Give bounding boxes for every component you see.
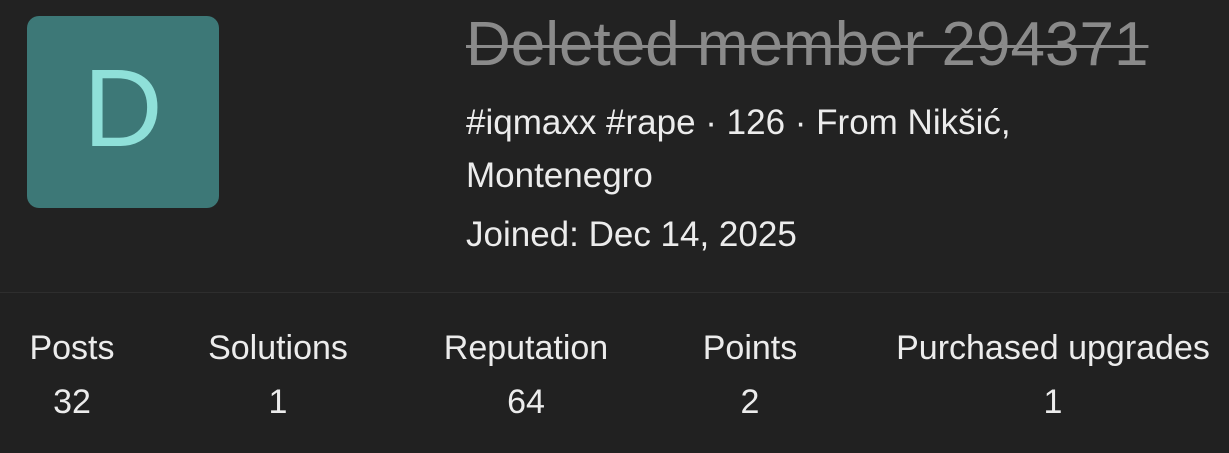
avatar[interactable]: D bbox=[27, 16, 219, 208]
stat-label: Purchased upgrades bbox=[896, 329, 1210, 367]
username[interactable]: Deleted member 294371 bbox=[466, 10, 1148, 80]
profile-header: D Deleted member 294371 #iqmaxx #rape · … bbox=[0, 0, 1229, 292]
stat-posts[interactable]: Posts 32 bbox=[27, 323, 117, 427]
stat-label: Solutions bbox=[208, 329, 348, 367]
stat-label: Posts bbox=[29, 329, 115, 367]
stat-label: Reputation bbox=[443, 329, 609, 367]
stat-purchased-upgrades[interactable]: Purchased upgrades 1 bbox=[886, 323, 1220, 427]
avatar-letter: D bbox=[83, 47, 163, 170]
stat-value: 32 bbox=[53, 383, 91, 421]
member-profile-card: D Deleted member 294371 #iqmaxx #rape · … bbox=[0, 0, 1229, 453]
stat-value: 2 bbox=[740, 383, 760, 421]
stat-value: 1 bbox=[1043, 383, 1063, 421]
member-stats: Posts 32 Solutions 1 Reputation 64 Point… bbox=[0, 293, 1229, 453]
stat-value: 64 bbox=[507, 383, 545, 421]
stat-label: Points bbox=[702, 329, 798, 367]
stat-solutions[interactable]: Solutions 1 bbox=[203, 323, 353, 427]
member-info: #iqmaxx #rape · 126 · From Nikšić, Monte… bbox=[466, 103, 1011, 195]
stat-points[interactable]: Points 2 bbox=[700, 323, 800, 427]
stat-value: 1 bbox=[268, 383, 288, 421]
joined-date: Joined: Dec 14, 2025 bbox=[466, 215, 797, 254]
stat-reputation[interactable]: Reputation 64 bbox=[438, 323, 614, 427]
